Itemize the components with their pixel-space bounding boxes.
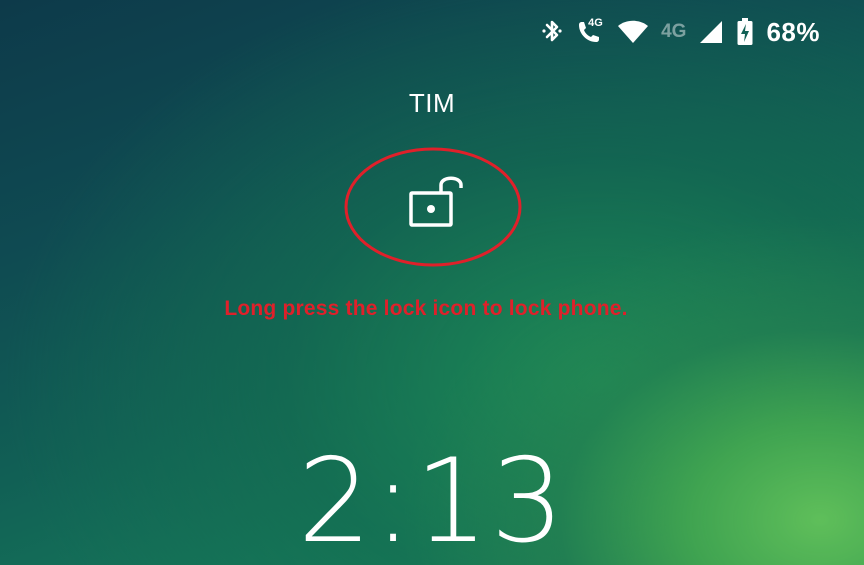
lock-hint-annotation: Long press the lock icon to lock phone. [224, 297, 628, 320]
wifi-calling-4g-icon: 4G [575, 17, 605, 47]
signal-network-label: 4G [661, 21, 687, 42]
battery-charging-icon [736, 17, 754, 47]
status-bar: 4G 4G 68% [541, 14, 820, 50]
wifi-icon [617, 19, 649, 45]
carrier-name: TIM [408, 88, 456, 118]
lock-area [344, 147, 522, 267]
call-network-label: 4G [588, 17, 603, 29]
unlocked-padlock-icon[interactable] [406, 171, 466, 236]
clock: 2:13 [297, 434, 567, 565]
battery-percent: 68% [766, 16, 820, 47]
mobile-signal-icon [698, 19, 724, 45]
bluetooth-icon [541, 17, 563, 47]
